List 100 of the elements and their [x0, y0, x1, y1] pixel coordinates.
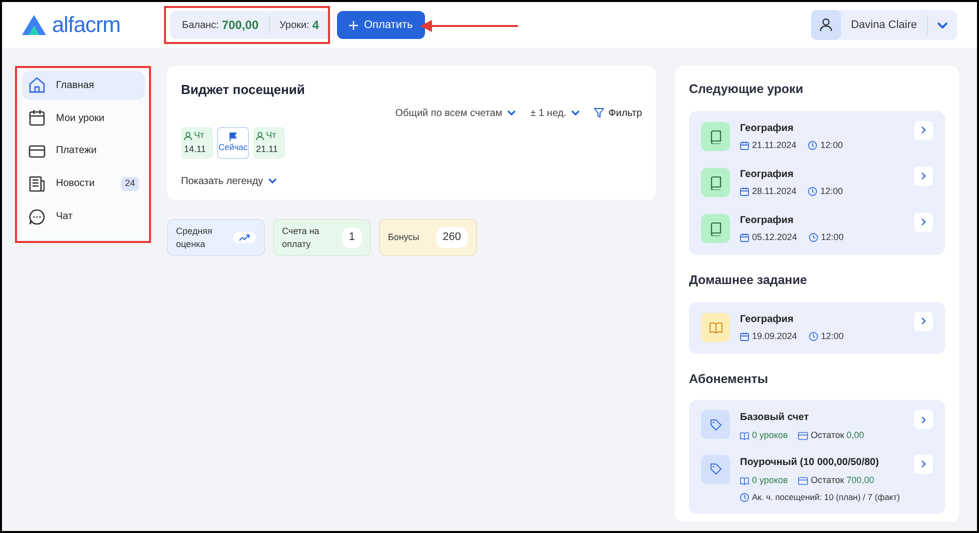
filter-dropdown[interactable]: Общий по всем счетам — [395, 106, 516, 120]
section-title: Следующие уроки — [689, 81, 804, 98]
day-label: Чт — [266, 129, 276, 142]
lesson-time: 12:00 — [820, 139, 843, 152]
calendar-icon — [740, 187, 749, 196]
legend-toggle[interactable]: Показать легенду — [181, 174, 278, 188]
calendar-icon — [28, 109, 46, 128]
chevron-right-icon — [921, 172, 926, 180]
tag-icon — [710, 418, 722, 431]
book-icon — [710, 176, 722, 190]
balance-text: Остаток 700,00 — [810, 474, 874, 487]
book-icon — [710, 222, 722, 236]
subject-name: География — [740, 214, 794, 228]
lesson-time: 12:00 — [820, 185, 843, 198]
balance-value: 700,00 — [222, 17, 259, 34]
calendar-icon — [740, 332, 749, 341]
widget-title: Виджет посещений — [181, 81, 306, 99]
stat-label: Бонусы — [388, 231, 420, 244]
flag-icon — [229, 132, 237, 141]
open-button[interactable] — [914, 410, 933, 430]
sidebar-item[interactable]: Платежи — [22, 136, 145, 166]
attendance-day[interactable]: Чт 14.11 — [181, 126, 213, 158]
stat-label: Средняя оценка — [176, 225, 214, 250]
tag-icon — [710, 463, 722, 476]
lesson-time: 12:00 — [821, 231, 844, 244]
clock-icon — [808, 141, 818, 150]
lesson-date: 21.11.2024 — [752, 139, 796, 152]
chevron-down-icon — [937, 22, 948, 28]
chevron-right-icon — [921, 317, 926, 325]
user-name: Davina Claire — [850, 18, 918, 33]
section-title: Абонементы — [689, 370, 770, 388]
chevron-right-icon — [921, 416, 926, 424]
stat-label: Счета на оплату — [282, 225, 320, 250]
calendar-icon — [740, 233, 749, 242]
lesson-date: 28.11.2024 — [752, 185, 796, 198]
filter-icon — [594, 108, 604, 118]
logo-text: alfacrm — [52, 14, 120, 36]
stat-value: 260 — [436, 227, 468, 248]
sidebar-item[interactable]: Чат — [22, 202, 145, 231]
clock-icon — [809, 332, 818, 341]
book-icon — [710, 130, 722, 144]
section-title: Домашнее задание — [689, 272, 808, 289]
person-icon — [184, 132, 192, 140]
clock-icon — [740, 493, 749, 502]
open-book-icon — [708, 322, 722, 334]
open-button[interactable] — [914, 454, 933, 474]
count-badge: 24 — [120, 177, 139, 191]
filter-button[interactable]: Фильтр — [594, 106, 642, 120]
lesson-time: 12:00 — [821, 330, 844, 343]
day-date: 21.11 — [256, 142, 279, 156]
open-button[interactable] — [914, 212, 933, 232]
clock-icon — [809, 233, 818, 242]
chevron-down-icon — [571, 110, 580, 116]
attendance-day[interactable]: Чт 21.11 — [253, 126, 285, 158]
subscription-name: Базовый счет — [740, 411, 810, 426]
chevron-right-icon — [921, 460, 926, 468]
person-icon — [256, 132, 264, 140]
subject-name: География — [740, 312, 794, 327]
user-menu[interactable]: Davina Claire — [810, 10, 957, 40]
book-icon — [740, 432, 749, 440]
open-button[interactable] — [914, 312, 933, 330]
newspaper-icon — [28, 174, 46, 193]
lesson-date: 05.12.2024 — [752, 231, 798, 244]
home-icon — [28, 76, 46, 94]
trend-up-icon — [239, 234, 250, 241]
lessons-count: 0 уроков — [752, 429, 788, 442]
card-icon — [798, 432, 808, 440]
lessons-value: 4 — [312, 17, 319, 34]
chevron-right-icon — [921, 126, 926, 134]
lesson-date: 19.09.2024 — [752, 330, 798, 343]
subject-name: География — [740, 122, 794, 136]
open-button[interactable] — [914, 166, 933, 186]
pay-button[interactable]: Оплатить — [336, 11, 425, 39]
plus-icon — [348, 20, 358, 30]
sidebar-item[interactable]: Мои уроки — [22, 104, 145, 133]
chevron-down-icon — [268, 178, 278, 184]
filter-dropdown[interactable]: ± 1 нед. — [530, 106, 580, 120]
user-icon — [818, 18, 833, 32]
book-icon — [740, 476, 749, 484]
chat-icon — [28, 208, 46, 226]
subscription-name: Поурочный (10 000,00/50/80) — [740, 456, 880, 470]
day-label: Чт — [194, 129, 204, 142]
open-button[interactable] — [914, 120, 933, 140]
clock-icon — [808, 187, 818, 196]
calendar-icon — [740, 141, 749, 150]
sidebar-item[interactable]: Новости 24 — [22, 169, 145, 198]
card-icon — [798, 476, 808, 484]
sidebar-item[interactable]: Главная — [22, 71, 145, 100]
day-date: 14.11 — [184, 142, 207, 156]
subject-name: География — [740, 168, 794, 182]
balance-text: Остаток 0,00 — [810, 429, 864, 442]
stat-value: 1 — [342, 227, 362, 248]
current-day[interactable]: Сейчас — [217, 126, 249, 158]
chevron-right-icon — [921, 218, 926, 226]
lessons-count: 0 уроков — [752, 474, 788, 487]
chevron-down-icon — [507, 110, 516, 116]
logo-icon — [22, 15, 46, 35]
lessons-label: Уроки: — [280, 18, 310, 32]
attendance-text: Ак. ч. посещений: 10 (план) / 7 (факт) — [752, 491, 900, 504]
balance-label: Баланс: — [182, 18, 219, 32]
